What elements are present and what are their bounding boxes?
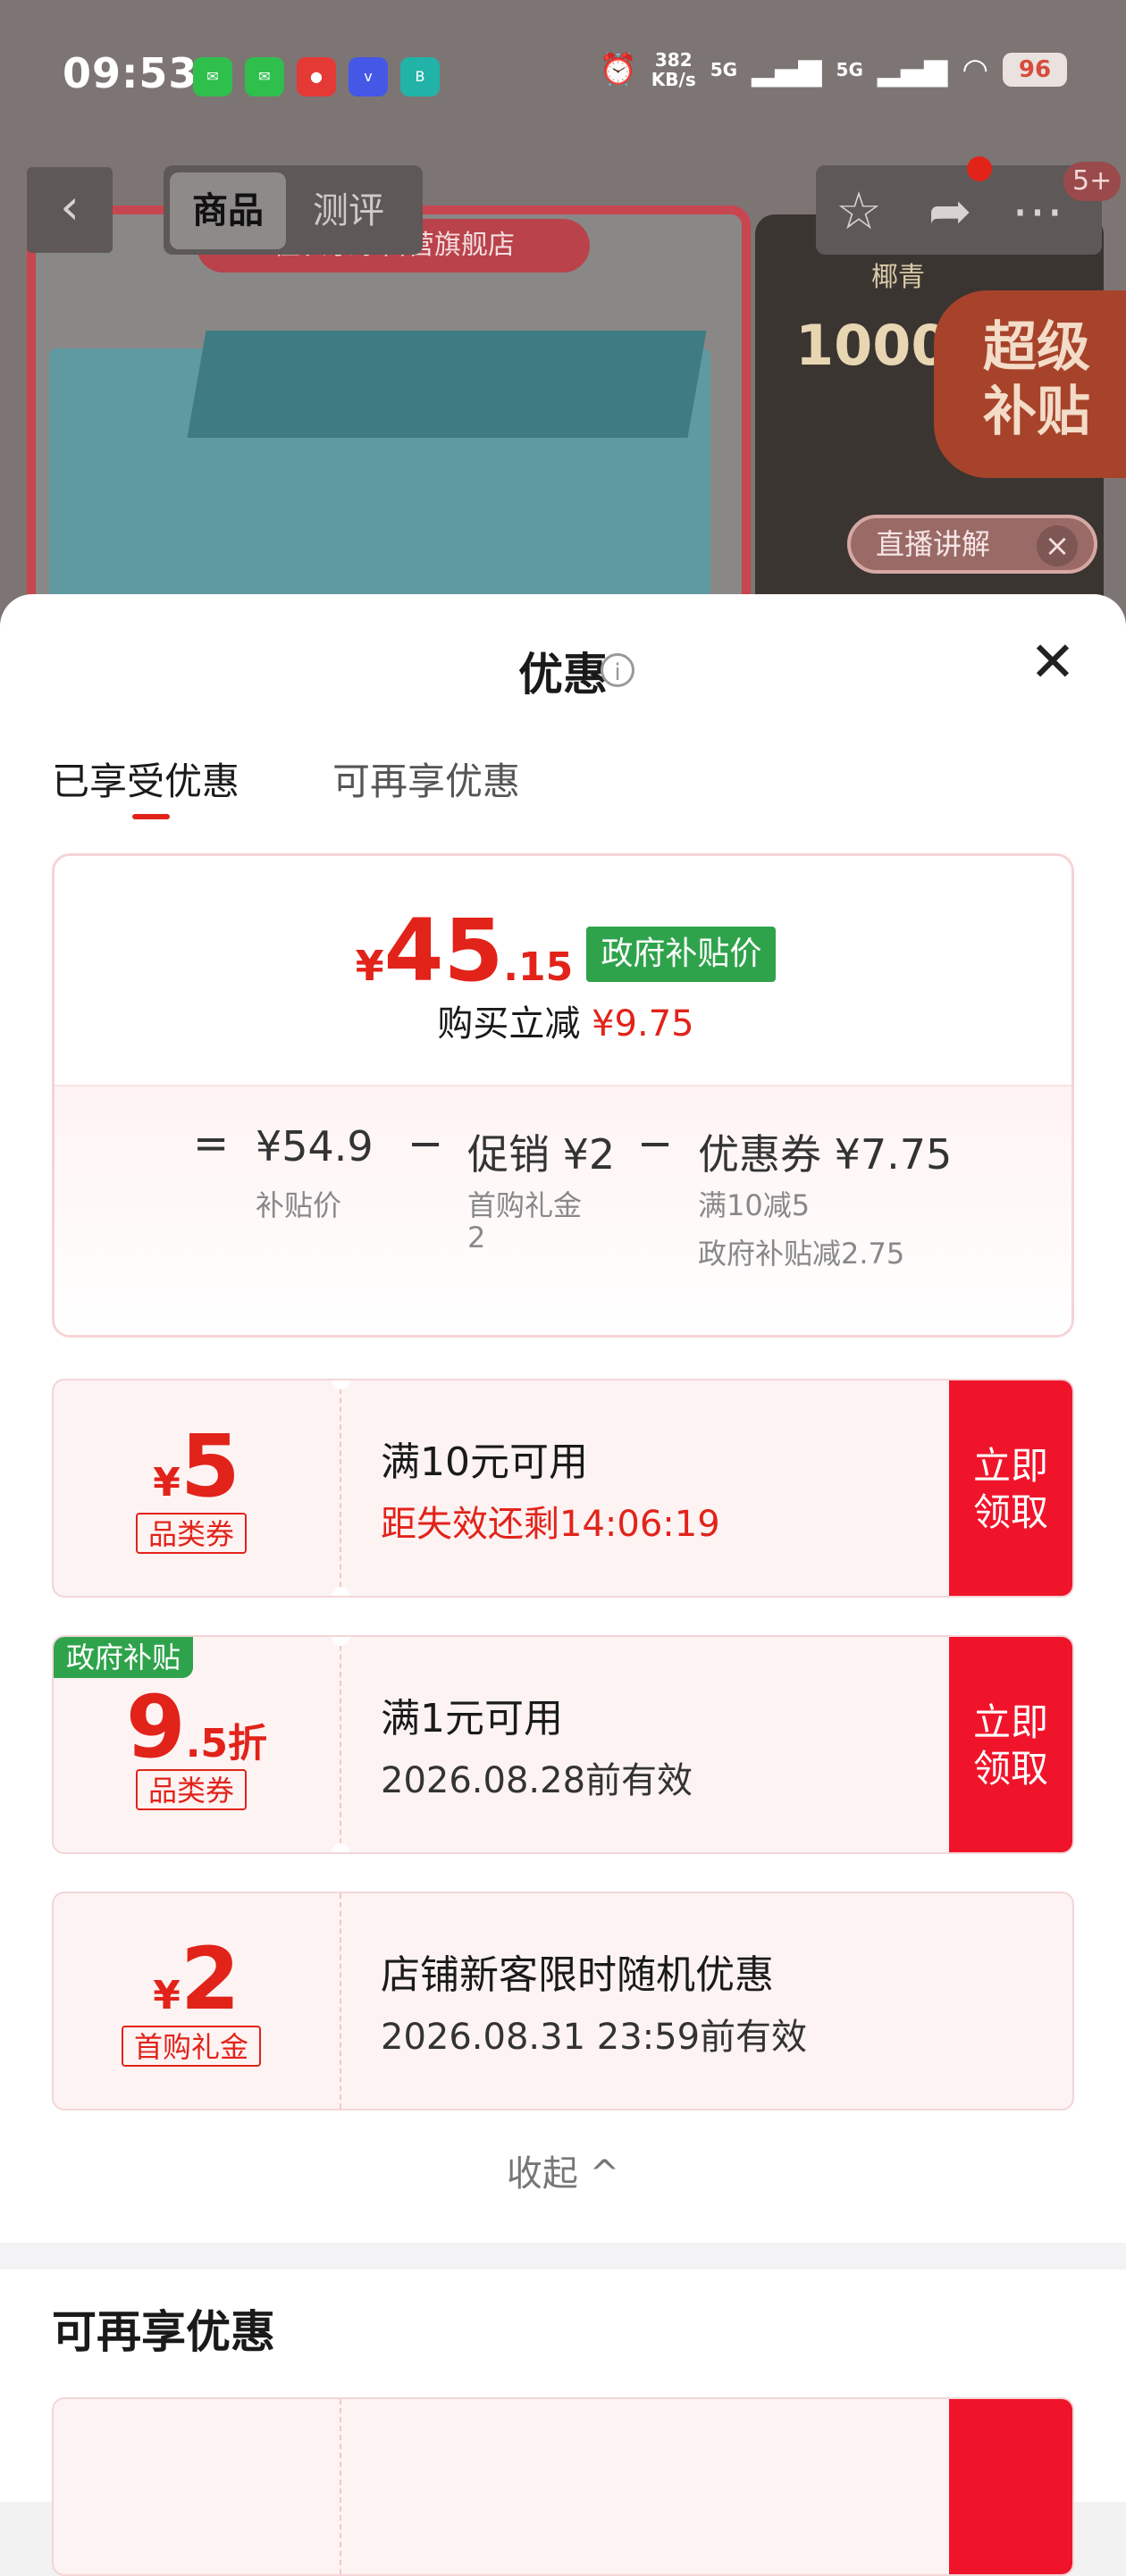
wechat-icon: ✉ [245,57,284,96]
coupon-divider [340,1893,341,2109]
discount-sheet: 优惠 i ✕ 已享受优惠 可再享优惠 ¥45.15 政府补贴价 购买立减 ¥9.… [0,594,1126,2576]
claim-button[interactable]: 立即 领取 [949,1637,1072,1852]
rank-value: 1000 [795,313,950,378]
star-icon[interactable]: ☆ [820,172,897,249]
net-label-2: 5G [836,59,863,80]
coupon-condition: 满10元可用 [381,1439,588,1485]
notification-icons: ✉ ✉ ● v B [193,57,440,96]
collapse-button[interactable]: 收起 ^ [0,2144,1126,2196]
price-currency: ¥ [355,942,384,990]
price-integer: 45 [383,901,504,1001]
reduce-label: 购买立减 [437,1003,581,1045]
net-label-1: 5G [710,59,738,80]
coupon-type-tag: 品类券 [136,1769,248,1810]
coupon-card: ¥2 首购礼金 店铺新客限时随机优惠 2026.08.31 23:59前有效 [52,1892,1074,2110]
coupon-expiry: 2026.08.31 23:59前有效 [381,2017,808,2058]
final-price-row: ¥45.15 政府补贴价 [55,901,1071,1001]
coupon-currency: ¥ [153,1973,181,2018]
alarm-icon: ⏰ [599,52,637,88]
tab-more-discounts[interactable]: 可再享优惠 [332,751,520,806]
info-icon[interactable]: i [601,653,634,687]
sheet-title: 优惠 [518,649,608,701]
product-nav-bar: ‹ 商品 测评 ☆ ➦ ⋯ 5+ [0,156,1126,264]
coupon-value: 9.5折 [54,1677,340,1777]
status-bar: 09:53 ✉ ✉ ● v B ⏰ 382 KB/s 5G ▂▄▆ 5G ▂▄▆… [0,0,1126,152]
price-summary-card: ¥45.15 政府补贴价 购买立减 ¥9.75 = ¥54.9 补贴价 − 促销… [52,853,1074,1338]
coupon-amount: 5 [180,1416,240,1516]
super-subsidy-badge: 超级 补贴 [934,290,1126,478]
coupon-decimal: .5折 [185,1721,268,1766]
reduce-amount: ¥9.75 [592,1003,694,1045]
coupon-notch [332,1587,349,1596]
minus-sign: − [408,1119,444,1169]
subsidy-badge-line2: 补贴 [983,381,1090,443]
signal-icon: ▂▄▆ [877,52,948,88]
price-decimal: .15 [503,944,574,990]
base-price: ¥54.9 [256,1122,374,1171]
base-price-label: 补贴价 [256,1188,342,1222]
wechat-icon: ✉ [193,57,232,96]
close-icon[interactable]: ✕ [1023,634,1082,693]
equals-sign: = [193,1119,230,1169]
vivo-icon: v [349,57,388,96]
coupon-value: ¥2 [54,1929,340,2029]
coupon-detail-2: 政府补贴减2.75 [698,1237,905,1271]
promo-label-2: 2 [467,1221,486,1254]
signal-icon: ▂▄▆ [752,52,822,88]
wifi-icon: ◠ [962,52,988,88]
speed-value: 382 [654,49,693,71]
coupon-detail-1: 满10减5 [698,1188,811,1222]
coupon-condition: 店铺新客限时随机优惠 [381,1952,774,1998]
minus-sign: − [637,1119,674,1169]
promo-amount: 促销 ¥2 [467,1130,616,1179]
coupon-notch [332,1637,349,1646]
tab-review[interactable]: 测评 [313,172,384,249]
coupon-condition: 满1元可用 [381,1696,563,1741]
coupon-countdown: 距失效还剩14:06:19 [381,1504,720,1545]
battery-indicator: 96 [1003,53,1067,87]
share-icon[interactable]: ➦ [912,172,988,249]
coupon-currency: ¥ [153,1460,181,1506]
coupon-divider [340,2399,341,2574]
product-box-top [187,331,707,438]
tab-enjoyed-discounts[interactable]: 已享受优惠 [52,751,239,806]
coupon-type-tag: 品类券 [136,1513,248,1554]
speed-unit: KB/s [651,69,696,90]
gov-subsidy-price-tag: 政府补贴价 [586,927,777,982]
coupon-type-tag: 首购礼金 [122,2026,262,2067]
coupon-divider [340,1380,341,1596]
network-speed: 382 KB/s [651,50,696,89]
instant-reduce: 购买立减 ¥9.75 [55,994,1071,1046]
live-close-icon: × [1037,525,1078,566]
claim-button[interactable] [949,2399,1072,2574]
coupon-card: 政府补贴 9.5折 品类券 满1元可用 2026.08.28前有效 立即 领取 [52,1635,1074,1854]
boss-icon: B [400,57,440,96]
clock: 09:53 [63,49,198,97]
coupon-notch [332,1380,349,1389]
coupon-notch [332,1843,349,1852]
status-right: ⏰ 382 KB/s 5G ▂▄▆ 5G ▂▄▆ ◠ 96 [599,50,1067,89]
app-red-icon: ● [297,57,336,96]
price-breakdown: = ¥54.9 补贴价 − 促销 ¥2 首购礼金 2 − 优惠券 ¥7.75 满… [55,1085,1071,1335]
section-gap [0,2243,1126,2270]
tab-underline [132,814,170,819]
tab-product[interactable]: 商品 [170,172,286,249]
coupon-amount: 9 [125,1677,186,1777]
promo-label: 首购礼金 [467,1188,583,1222]
coupon-amount: 2 [180,1929,240,2029]
coupon-card-peek [52,2397,1074,2576]
coupon-amount: 优惠券 ¥7.75 [698,1130,953,1179]
coupon-value: ¥5 [54,1416,340,1516]
claim-button[interactable]: 立即 领取 [949,1380,1072,1596]
gov-subsidy-corner-tag: 政府补贴 [54,1637,194,1678]
notification-dot [967,156,992,181]
more-discounts-title: 可再享优惠 [52,2306,275,2358]
coupon-divider [340,1637,341,1852]
cart-count-badge: 5+ [1063,162,1122,201]
back-icon[interactable]: ‹ [27,167,113,253]
coupon-card: ¥5 品类券 满10元可用 距失效还剩14:06:19 立即 领取 [52,1379,1074,1598]
coupon-expiry: 2026.08.28前有效 [381,1760,693,1801]
subsidy-badge-line1: 超级 [983,316,1090,379]
